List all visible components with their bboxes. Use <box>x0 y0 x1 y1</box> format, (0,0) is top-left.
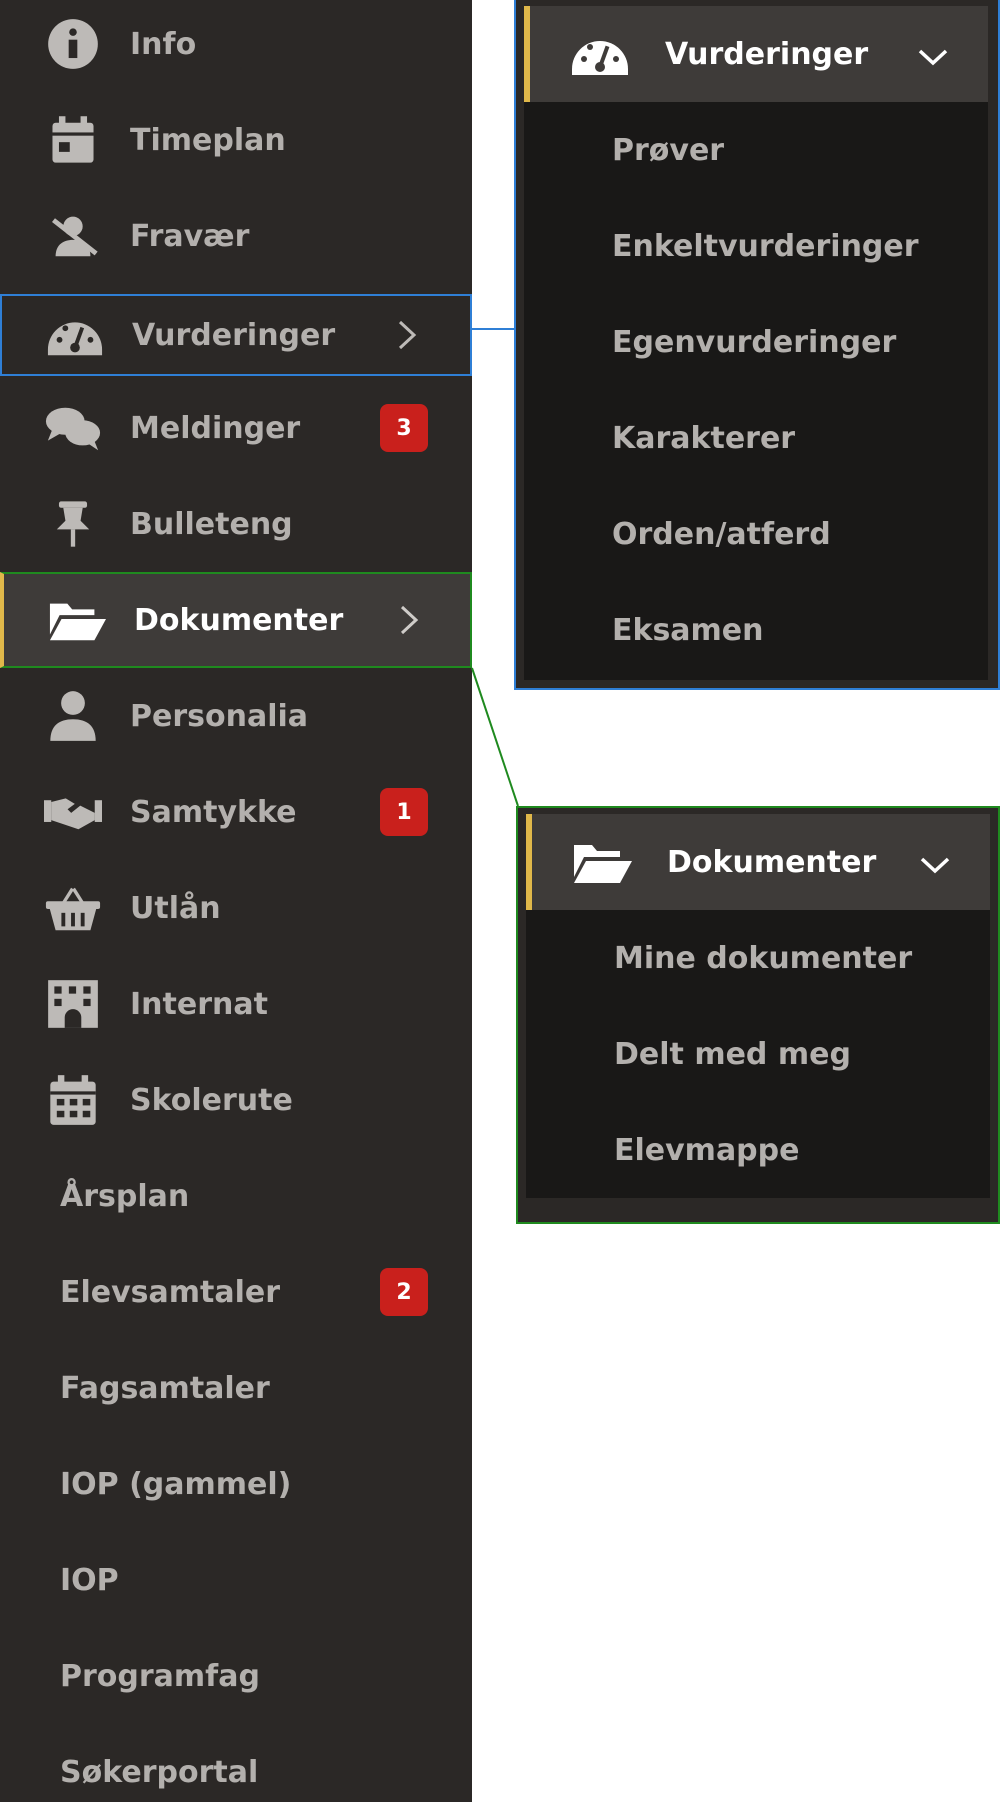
chevron-right-icon <box>394 318 420 352</box>
sidebar-item-iop[interactable]: IOP <box>0 1532 472 1628</box>
vurderinger-submenu-header[interactable]: Vurderinger <box>524 6 988 102</box>
submenu-item-karakterer[interactable]: Karakterer <box>524 390 988 486</box>
sidebar-item-label: Programfag <box>60 1658 260 1694</box>
sidebar-item-label: Vurderinger <box>132 317 336 353</box>
sidebar-item-skolerute[interactable]: Skolerute <box>0 1052 472 1148</box>
sidebar-item-label: Skolerute <box>130 1082 293 1118</box>
vurderinger-submenu-list: Prøver Enkeltvurderinger Egenvurderinger… <box>524 102 988 680</box>
chevron-down-icon <box>918 850 952 874</box>
dokumenter-submenu-list: Mine dokumenter Delt med meg Elevmappe <box>526 910 990 1198</box>
pending-badge: 2 <box>380 1268 428 1316</box>
sidebar-item-label: Søkerportal <box>60 1754 259 1790</box>
sidebar-item-elevsamtaler[interactable]: Elevsamtaler 2 <box>0 1244 472 1340</box>
submenu-item-orden-atferd[interactable]: Orden/atferd <box>524 486 988 582</box>
submenu-title: Vurderinger <box>665 36 869 72</box>
sidebar-item-internat[interactable]: Internat <box>0 956 472 1052</box>
calendar-icon <box>42 110 104 170</box>
submenu-item-mine-dokumenter[interactable]: Mine dokumenter <box>526 910 990 1006</box>
basket-icon <box>42 878 104 938</box>
sidebar-item-bulleteng[interactable]: Bulleteng <box>0 476 472 572</box>
sidebar-item-timeplan[interactable]: Timeplan <box>0 92 472 188</box>
sidebar-item-iop-gammel[interactable]: IOP (gammel) <box>0 1436 472 1532</box>
folder-open-icon <box>46 590 108 650</box>
sidebar-item-label: Timeplan <box>130 122 286 158</box>
info-icon <box>42 14 104 74</box>
chevron-right-icon <box>396 603 422 637</box>
pending-badge: 1 <box>380 788 428 836</box>
submenu-item-egenvurderinger[interactable]: Egenvurderinger <box>524 294 988 390</box>
submenu-item-delt-med-meg[interactable]: Delt med meg <box>526 1006 990 1102</box>
sidebar-item-personalia[interactable]: Personalia <box>0 668 472 764</box>
submenu-item-eksamen[interactable]: Eksamen <box>524 582 988 678</box>
sidebar-item-label: Fagsamtaler <box>60 1370 270 1406</box>
sidebar-item-utlan[interactable]: Utlån <box>0 860 472 956</box>
sidebar-item-label: Utlån <box>130 890 221 926</box>
sidebar-item-label: Fravær <box>130 218 250 254</box>
gauge-icon <box>570 26 630 82</box>
dokumenter-submenu-popup: Dokumenter Mine dokumenter Delt med meg … <box>516 806 1000 1224</box>
callout-connector-blue <box>472 328 514 330</box>
gauge-icon <box>44 305 106 365</box>
sidebar-item-vurderinger[interactable]: Vurderinger <box>0 294 472 376</box>
sidebar-item-fagsamtaler[interactable]: Fagsamtaler <box>0 1340 472 1436</box>
sidebar-item-label: Info <box>130 26 197 62</box>
pin-icon <box>42 494 104 554</box>
calendar-days-icon <box>42 1070 104 1130</box>
submenu-item-prover[interactable]: Prøver <box>524 102 988 198</box>
handshake-icon <box>42 782 104 842</box>
chevron-down-icon <box>916 42 950 66</box>
sidebar-item-label: Samtykke <box>130 794 297 830</box>
sidebar-item-label: Meldinger <box>130 410 301 446</box>
sidebar-item-sokerportal[interactable]: Søkerportal <box>0 1724 472 1820</box>
submenu-item-elevmappe[interactable]: Elevmappe <box>526 1102 990 1198</box>
sidebar-item-label: IOP (gammel) <box>60 1466 292 1502</box>
sidebar-item-label: Personalia <box>130 698 309 734</box>
sidebar-item-arsplan[interactable]: Årsplan <box>0 1148 472 1244</box>
sidebar-item-label: Internat <box>130 986 268 1022</box>
sidebar: Info Timeplan Fravær Vurderinger Melding… <box>0 0 472 1802</box>
sidebar-item-label: Elevsamtaler <box>60 1274 281 1310</box>
sidebar-item-label: Årsplan <box>60 1178 190 1214</box>
folder-open-icon <box>572 834 632 890</box>
dokumenter-submenu-header[interactable]: Dokumenter <box>526 814 990 910</box>
sidebar-item-programfag[interactable]: Programfag <box>0 1628 472 1724</box>
sidebar-item-fravaer[interactable]: Fravær <box>0 188 472 284</box>
vurderinger-submenu-popup: Vurderinger Prøver Enkeltvurderinger Ege… <box>514 0 1000 690</box>
building-icon <box>42 974 104 1034</box>
sidebar-item-dokumenter[interactable]: Dokumenter <box>0 572 472 668</box>
sidebar-item-label: IOP <box>60 1562 119 1598</box>
chat-icon <box>42 398 104 458</box>
user-icon <box>42 686 104 746</box>
sidebar-item-meldinger[interactable]: Meldinger 3 <box>0 380 472 476</box>
unread-badge: 3 <box>380 404 428 452</box>
sidebar-item-label: Dokumenter <box>134 602 344 638</box>
submenu-item-enkeltvurderinger[interactable]: Enkeltvurderinger <box>524 198 988 294</box>
submenu-title: Dokumenter <box>667 844 877 880</box>
sidebar-item-label: Bulleteng <box>130 506 293 542</box>
sidebar-item-samtykke[interactable]: Samtykke 1 <box>0 764 472 860</box>
sidebar-item-info[interactable]: Info <box>0 0 472 92</box>
user-slash-icon <box>42 206 104 266</box>
